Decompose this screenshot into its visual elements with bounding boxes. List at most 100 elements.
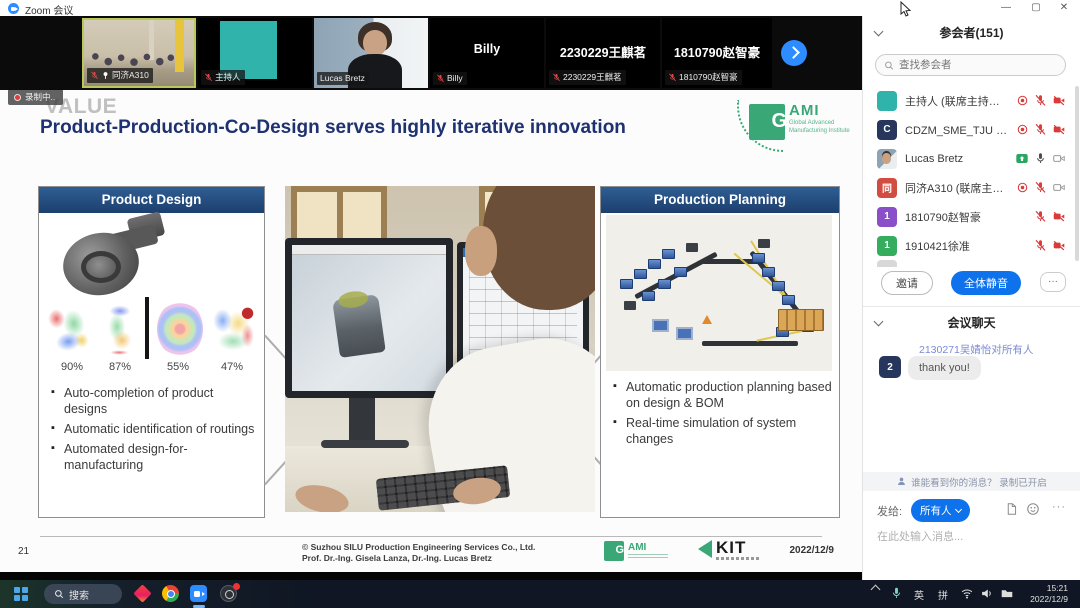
next-videos-button[interactable] [781,40,807,66]
send-to-dropdown[interactable]: 所有人 [911,499,970,522]
participant-row[interactable]: 同 同济A310 (联席主持人) [863,173,1074,202]
match-percentage: 47% [221,361,243,373]
participant-name: Lucas Bretz [905,153,1007,165]
video-tile-lucas-bretz[interactable]: Lucas Bretz [314,18,428,88]
maximize-button[interactable]: ▢ [1022,0,1050,16]
participants-title: 参会者(151) [863,24,1080,41]
zoom-app-icon[interactable] [190,585,208,603]
participant-search-box[interactable] [875,54,1066,76]
minimize-button[interactable]: — [992,0,1020,16]
recording-icon [1016,123,1029,136]
language-indicator-pinyin[interactable]: 拼 [938,587,948,602]
tile-name-label: 同济A310 [87,68,153,83]
kit-logo: KIT [696,538,776,566]
point-cloud-image [101,301,139,357]
participant-row[interactable]: 1 1810790赵智豪 [863,202,1074,231]
folder-tray-icon[interactable] [1000,587,1014,600]
chat-message: 2 thank you! [879,356,981,380]
record-dot-icon [14,94,21,101]
tile-name-label: 2230229王麒茗 [549,70,626,85]
chat-input-placeholder[interactable]: 在此处输入消息... [877,528,963,544]
video-tile-zhaozhihao[interactable]: 1810790赵智豪 1810790赵智豪 [662,18,772,88]
chat-message-sender: 2130271吴婧怡对所有人 [919,342,1033,357]
mic-muted-icon [1034,210,1047,223]
slide-page-number: 21 [18,546,29,557]
product-design-box: Product Design 90% 87% 55% 47% Auto-comp… [38,186,265,518]
bullet-item: Automated design-for-manufacturing [51,441,258,473]
camera-off-icon [1052,152,1066,165]
avatar: C [877,120,897,140]
start-button[interactable] [14,587,28,601]
video-tile-wangqiming[interactable]: 2230229王麒茗 2230229王麒茗 [546,18,660,88]
production-planning-box: Production Planning [600,186,840,518]
participant-row[interactable]: C CDZM_SME_TJU (主持人) [863,115,1074,144]
mic-muted-icon [1034,181,1047,194]
clock[interactable]: 15:21 2022/12/9 [1030,583,1068,605]
video-tile-host[interactable]: 主持人 [198,18,312,88]
zoom-meeting-window: Zoom 会议 — ▢ ✕ 同济A310 主持人 [0,0,1080,608]
participant-row[interactable]: 主持人 (联席主持人, 我) [863,86,1074,115]
invite-button[interactable]: 邀请 [881,271,933,295]
zoom-logo-icon [8,3,19,14]
point-cloud-image [157,301,203,357]
chevron-down-icon [954,506,961,513]
mic-muted-icon [1034,94,1047,107]
obs-icon[interactable] [220,585,238,603]
recording-icon [1016,94,1029,107]
taskbar-search[interactable]: 搜索 [44,584,122,604]
participant-row[interactable]: 1 1910421徐准 [863,231,1074,260]
active-app-indicator [193,605,205,608]
file-attach-icon[interactable] [1005,502,1018,516]
participant-name: 1910421徐准 [905,238,1026,254]
notification-badge [233,583,240,590]
chat-more-icon[interactable]: ··· [1052,501,1066,513]
wifi-icon[interactable] [960,587,974,600]
muted-mic-icon [552,73,561,82]
avatar: 1 [877,207,897,227]
divider-bar [145,297,149,359]
chrome-icon[interactable] [162,585,180,603]
participant-name: 主持人 (联席主持人, 我) [905,93,1008,109]
mute-all-button[interactable]: 全体静音 [951,271,1021,295]
muted-mic-icon [668,73,677,82]
tray-mic-icon[interactable] [890,586,903,600]
chat-header: 会议聊天 [863,314,1080,332]
volume-icon[interactable] [980,587,994,600]
tile-display-name: Billy [430,42,544,56]
participant-name: CDZM_SME_TJU (主持人) [905,122,1008,138]
video-tile-tongji-a310[interactable]: 同济A310 [82,18,196,88]
more-options-button[interactable]: ··· [1040,272,1066,292]
chat-avatar: 2 [879,356,901,378]
search-input[interactable] [899,59,1057,71]
camera-muted-icon [1052,94,1066,107]
video-tile-billy[interactable]: Billy Billy [430,18,544,88]
app-icon-diamond[interactable] [134,585,152,603]
emoji-icon[interactable] [1026,502,1040,516]
panel-scrollbar[interactable] [1075,86,1079,261]
tray-expand-icon[interactable] [871,585,881,595]
slide-date: 2022/12/9 [790,545,835,556]
close-button[interactable]: ✕ [1050,0,1078,16]
mouse-cursor-icon [900,1,912,18]
factory-simulation-image [606,215,832,371]
meeting-side-panel: 参会者(151) 主持人 (联席主持人, 我) C [862,16,1080,580]
match-percentage: 55% [167,361,189,373]
window-titlebar: Zoom 会议 — ▢ ✕ [0,0,1080,16]
bullet-item: Automatic production planning based on d… [613,379,833,411]
video-thumbnail-strip: 同济A310 主持人 Lucas Bretz Billy Billy [0,16,862,90]
recording-icon [1016,181,1029,194]
send-to-label: 发给: [877,503,902,519]
chat-privacy-notice: 谁能看到你的消息？ 录制已开启 [863,472,1080,491]
tile-display-name: 2230229王麒茗 [546,42,660,61]
camera-off-icon [1052,181,1066,194]
tile-name-label: 主持人 [201,70,245,85]
mic-muted-icon [1034,239,1047,252]
point-cloud-image [207,301,259,357]
muted-mic-icon [204,73,213,82]
avatar [877,91,897,111]
point-cloud-image [41,297,98,360]
privacy-person-icon [896,476,907,487]
tile-name-label: 1810790赵智豪 [665,70,742,85]
participant-row[interactable]: Lucas Bretz [863,144,1074,173]
language-indicator-en[interactable]: 英 [914,587,924,602]
